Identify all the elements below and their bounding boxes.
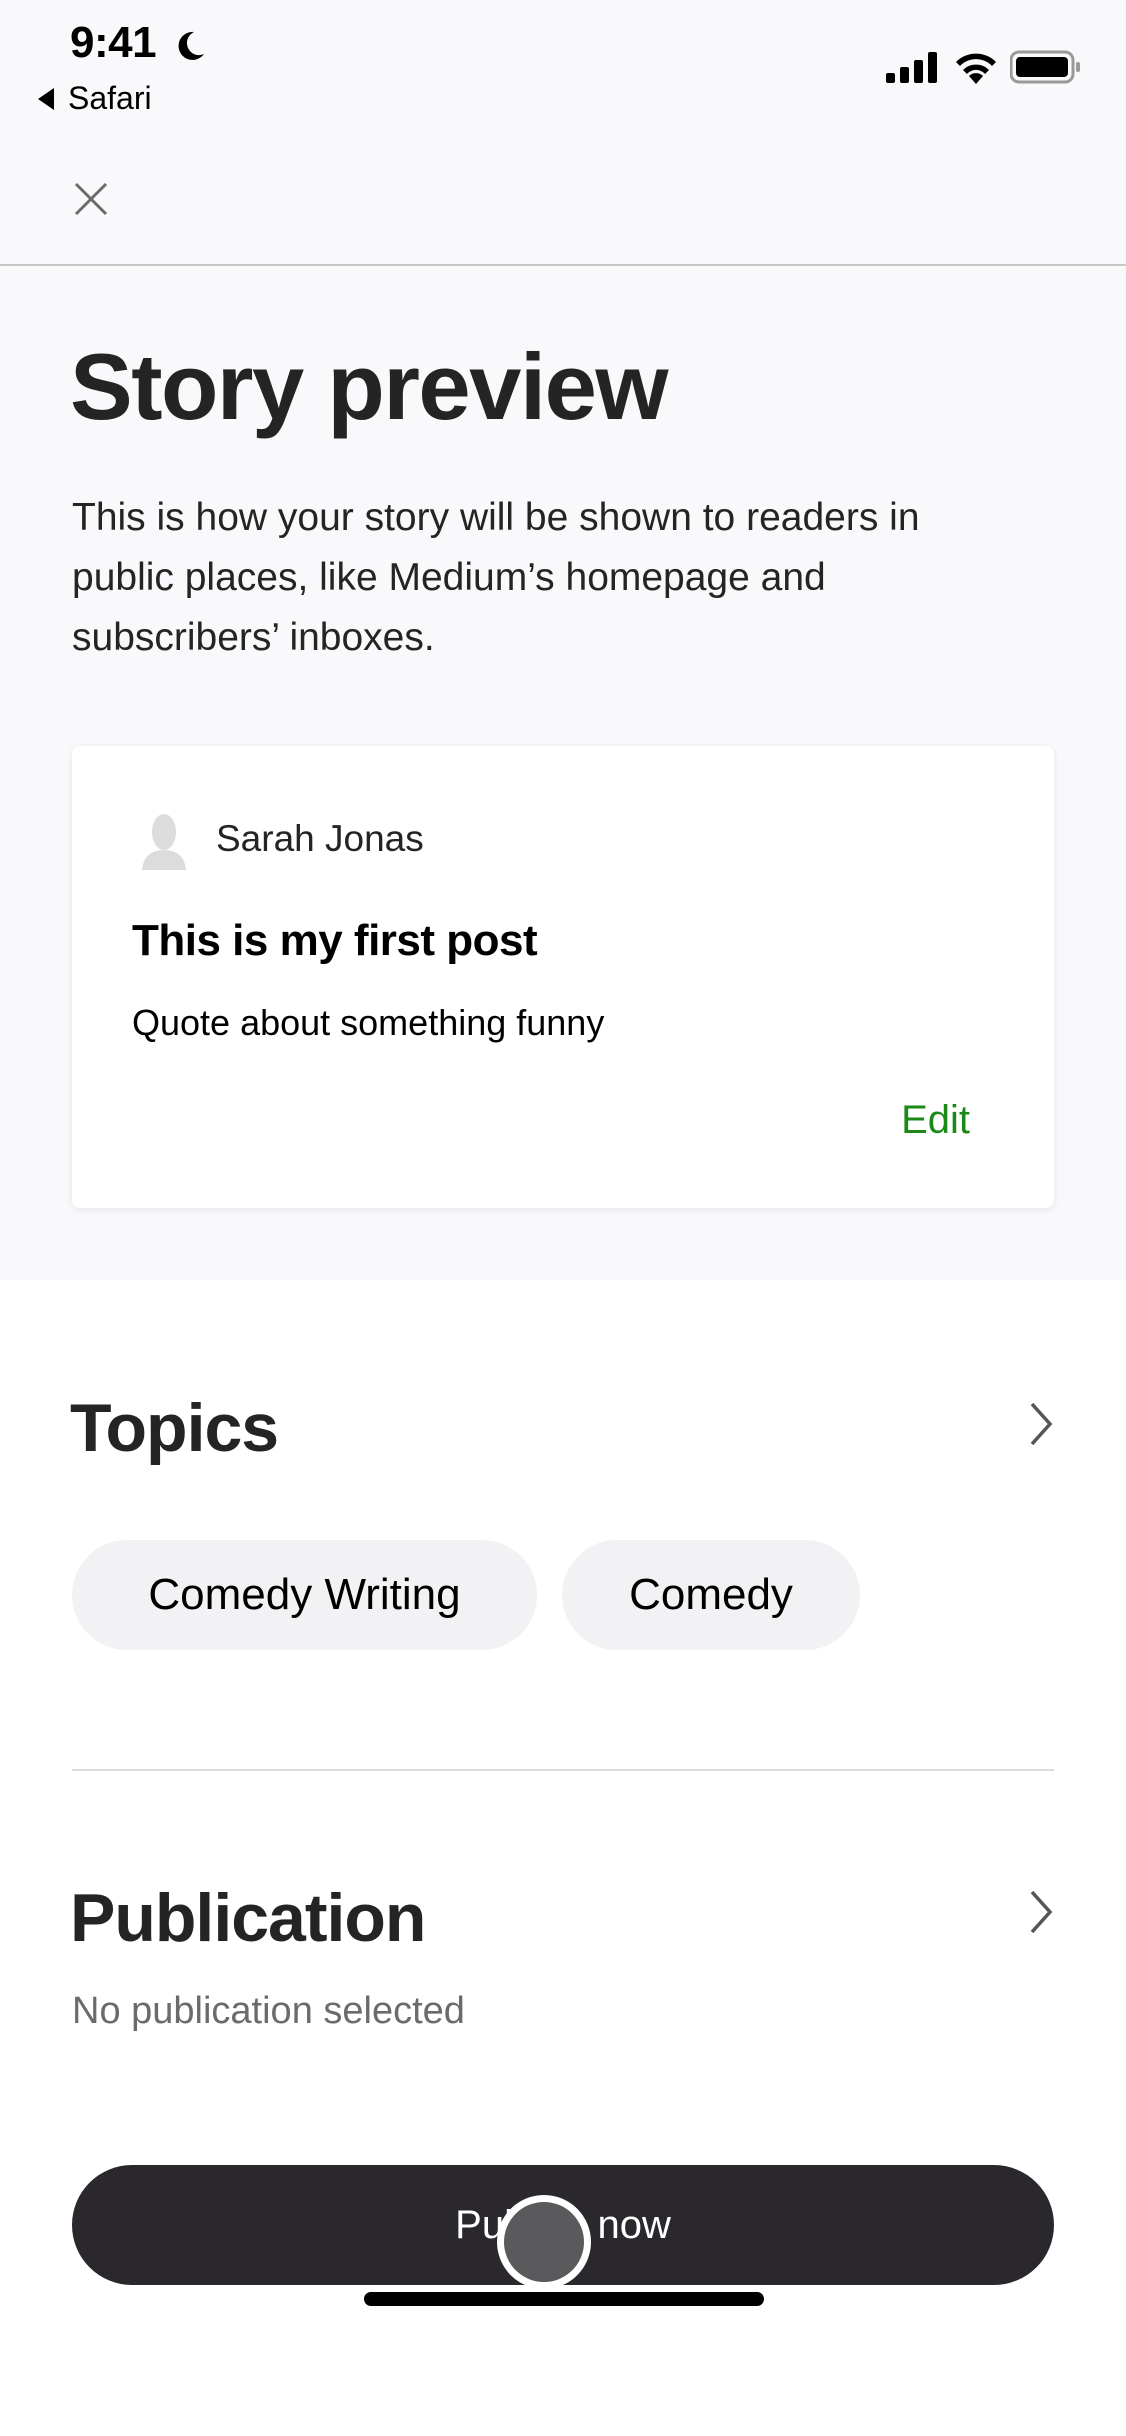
back-app-label: Safari [68,80,152,116]
header-divider [0,264,1126,266]
author-name: Sarah Jonas [216,818,424,859]
status-time: 9:41 [70,18,157,67]
page-title: Story preview [70,334,668,439]
story-preview-card: Sarah Jonas This is my first post Quote … [72,746,1054,1208]
topic-chip[interactable]: Comedy [562,1540,860,1650]
post-subtitle: Quote about something funny [132,1002,605,1043]
wifi-icon [956,53,996,84]
page-description: This is how your story will be shown to … [72,496,920,659]
status-indicators [886,50,1082,84]
back-triangle-icon [38,87,54,110]
post-title: This is my first post [132,916,538,965]
signal-icon [886,52,937,83]
back-to-safari[interactable]: Safari [38,80,152,117]
publication-status: No publication selected [72,1990,465,2032]
publication-title: Publication [70,1880,426,1956]
topic-chip[interactable]: Comedy Writing [72,1540,537,1650]
home-indicator[interactable] [364,2292,764,2306]
section-divider [72,1769,1054,1771]
edit-button[interactable]: Edit [901,1098,970,1143]
close-icon[interactable] [66,174,116,224]
publication-chevron-right-icon[interactable] [1026,1888,1056,1936]
moon-icon [178,31,204,60]
avatar-icon [142,814,186,870]
publish-now-button[interactable]: Publish now [72,2165,1054,2285]
topics-chevron-right-icon[interactable] [1026,1400,1056,1448]
topics-title: Topics [70,1390,279,1466]
battery-icon [1010,50,1080,84]
